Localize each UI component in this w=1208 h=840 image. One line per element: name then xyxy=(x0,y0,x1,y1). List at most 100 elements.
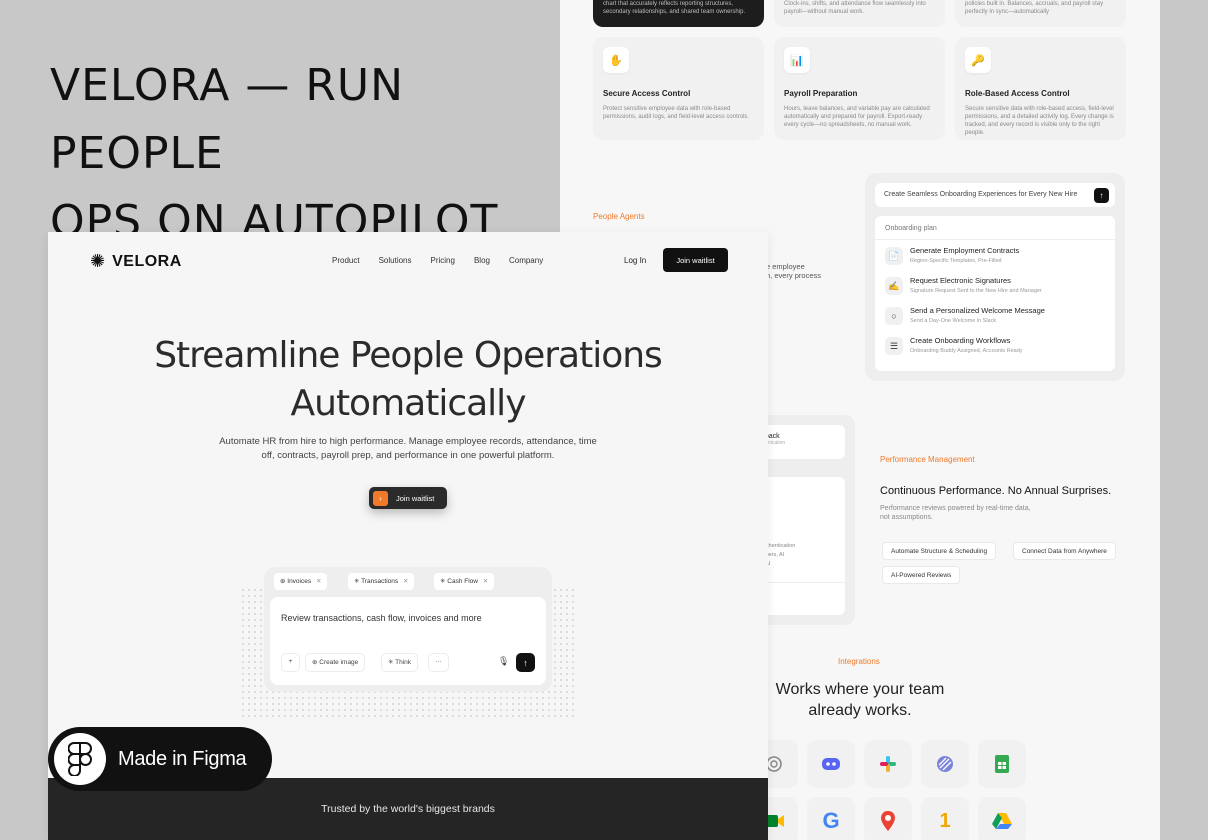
list-item[interactable]: 📄 Generate Employment Contracts Region-S… xyxy=(875,240,1115,270)
feature-desc: Hours, leave balances, and variable pay … xyxy=(784,106,930,128)
performance-label: Performance Management xyxy=(880,455,975,464)
feature-card-payroll: 📊 Payroll Preparation Hours, leave balan… xyxy=(774,37,945,140)
nav-blog[interactable]: Blog xyxy=(474,256,490,265)
fragment-line: n, every process xyxy=(766,271,822,280)
hero-title-line: Streamline People Operations xyxy=(154,335,663,376)
chip-label: Invoices xyxy=(287,578,312,585)
send-icon[interactable]: ↑ xyxy=(516,653,535,672)
close-icon[interactable]: ✕ xyxy=(316,578,321,585)
chip-invoices[interactable]: ⊛ Invoices ✕ xyxy=(274,573,328,590)
discord-icon xyxy=(807,740,855,788)
title-line: already works. xyxy=(808,702,912,719)
image-icon: ⊛ xyxy=(312,659,318,666)
nav-product[interactable]: Product xyxy=(332,256,360,265)
message-icon: ○ xyxy=(885,307,903,325)
onboarding-plan-label: Onboarding plan xyxy=(875,216,1115,240)
add-icon[interactable]: + xyxy=(281,653,300,672)
arrow-right-icon: › xyxy=(373,490,388,506)
feature-title: Secure Access Control xyxy=(603,89,691,98)
onepassword-icon: 1 xyxy=(921,797,969,840)
feature-title: Role-Based Access Control xyxy=(965,89,1070,98)
google-icon: G xyxy=(807,797,855,840)
feedback-sub-fragment: munication xyxy=(761,440,786,446)
people-agents-fragment: e employee n, every process xyxy=(766,262,821,280)
top-card-desc: policies built in. Balances, accruals, a… xyxy=(965,1,1104,15)
hero-title-line: Automatically xyxy=(290,383,527,424)
integrations-title: Works where your team already works. xyxy=(760,679,960,721)
google-maps-icon xyxy=(864,797,912,840)
slack-icon xyxy=(864,740,912,788)
list-item[interactable]: ✍ Request Electronic Signatures Signatur… xyxy=(875,270,1115,300)
top-nav: Product Solutions Pricing Blog Company xyxy=(332,256,543,265)
onboarding-widget: Create Seamless Onboarding Experiences f… xyxy=(865,173,1125,381)
performance-desc: Performance reviews powered by real-time… xyxy=(880,504,1031,522)
people-agents-label: People Agents xyxy=(593,212,645,221)
badge-label: Made in Figma xyxy=(118,747,247,770)
trusted-text: Trusted by the world's biggest brands xyxy=(321,803,495,815)
item-title: Create Onboarding Workflows xyxy=(910,336,1011,345)
prompt-box[interactable]: Review transactions, cash flow, invoices… xyxy=(270,597,546,685)
join-waitlist-button[interactable]: Join waitlist xyxy=(663,248,728,272)
chip-cash-flow[interactable]: ✳ Cash Flow ✕ xyxy=(434,573,495,590)
nav-solutions[interactable]: Solutions xyxy=(379,256,412,265)
invoice-icon: ⊛ xyxy=(280,578,286,585)
prompt-text[interactable]: Review transactions, cash flow, invoices… xyxy=(281,613,482,623)
list-item[interactable]: ☰ Create Onboarding Workflows Onboarding… xyxy=(875,330,1115,360)
create-image-button[interactable]: ⊛ Create image xyxy=(305,653,366,672)
document-icon: 📄 xyxy=(885,247,903,265)
nav-pricing[interactable]: Pricing xyxy=(431,256,455,265)
google-sheets-icon xyxy=(978,740,1026,788)
hero-join-waitlist-button[interactable]: › Join waitlist xyxy=(369,487,447,509)
onboarding-prompt-input[interactable]: Create Seamless Onboarding Experiences f… xyxy=(875,183,1115,207)
chip-transactions[interactable]: ✳ Transactions ✕ xyxy=(348,573,415,590)
google-drive-icon xyxy=(978,797,1026,840)
microphone-icon[interactable]: 🎙 xyxy=(498,656,509,667)
desc-line: Performance reviews powered by real-time… xyxy=(880,505,1031,512)
transactions-icon: ✳ xyxy=(354,578,360,585)
linear-icon xyxy=(921,740,969,788)
tag-ai-reviews[interactable]: AI-Powered Reviews xyxy=(882,566,961,584)
brand-logo[interactable]: ✺ VELORA xyxy=(90,251,182,272)
think-icon: ✳ xyxy=(388,659,394,666)
close-icon[interactable]: ✕ xyxy=(483,578,488,585)
desc-line: not assumptions. xyxy=(880,514,933,521)
item-subtitle: Region-Specific Templates, Pre-Filled xyxy=(910,258,1002,264)
performance-preview-card: dback munication authentication mbers, A… xyxy=(755,415,855,625)
checklist-icon: ☰ xyxy=(885,337,903,355)
login-link[interactable]: Log In xyxy=(624,256,646,265)
item-title: Send a Personalized Welcome Message xyxy=(910,306,1045,315)
hero-title: Streamline People Operations Automatical… xyxy=(48,332,768,428)
made-in-figma-badge[interactable]: Made in Figma xyxy=(48,727,272,791)
send-icon[interactable]: ↑ xyxy=(1094,188,1109,203)
title-line: Works where your team xyxy=(775,681,945,698)
nav-company[interactable]: Company xyxy=(509,256,543,265)
cash-flow-icon: ✳ xyxy=(440,578,446,585)
onboarding-plan: Onboarding plan 📄 Generate Employment Co… xyxy=(875,216,1115,371)
velora-logo-icon: ✺ xyxy=(90,251,106,271)
chip-label: Transactions xyxy=(361,578,399,585)
divider xyxy=(755,582,845,583)
think-label: Think xyxy=(395,659,412,666)
headline-line-1: VELORA — RUN PEOPLE xyxy=(50,60,405,179)
performance-title: Continuous Performance. No Annual Surpri… xyxy=(880,485,1112,497)
item-title: Request Electronic Signatures xyxy=(910,276,1011,285)
chip-label: Cash Flow xyxy=(447,578,478,585)
close-icon[interactable]: ✕ xyxy=(403,578,408,585)
more-icon[interactable]: ··· xyxy=(428,653,449,672)
item-subtitle: Onboarding Buddy Assigned, Accounts Read… xyxy=(910,348,1023,354)
tag-automate[interactable]: Automate Structure & Scheduling xyxy=(882,542,997,560)
item-subtitle: Send a Day-One Welcome in Slack xyxy=(910,318,997,324)
top-card: Clock-ins, shifts, and attendance flow s… xyxy=(774,0,945,27)
brand-name: VELORA xyxy=(112,252,182,270)
top-card-desc: chart that accurately reflects reporting… xyxy=(603,1,746,15)
key-icon: 🔑 xyxy=(965,47,991,73)
onboarding-prompt-text: Create Seamless Onboarding Experiences f… xyxy=(884,191,1078,198)
hero-button-label: Join waitlist xyxy=(396,493,435,503)
top-card-dark: chart that accurately reflects reporting… xyxy=(593,0,764,27)
list-item[interactable]: ○ Send a Personalized Welcome Message Se… xyxy=(875,300,1115,330)
think-button[interactable]: ✳ Think xyxy=(381,653,419,672)
feature-card-secure-access: ✋ Secure Access Control Protect sensitiv… xyxy=(593,37,764,140)
hero-subtitle: Automate HR from hire to high performanc… xyxy=(219,436,597,461)
tag-connect-data[interactable]: Connect Data from Anywhere xyxy=(1013,542,1116,560)
top-card-desc: Clock-ins, shifts, and attendance flow s… xyxy=(784,1,926,15)
